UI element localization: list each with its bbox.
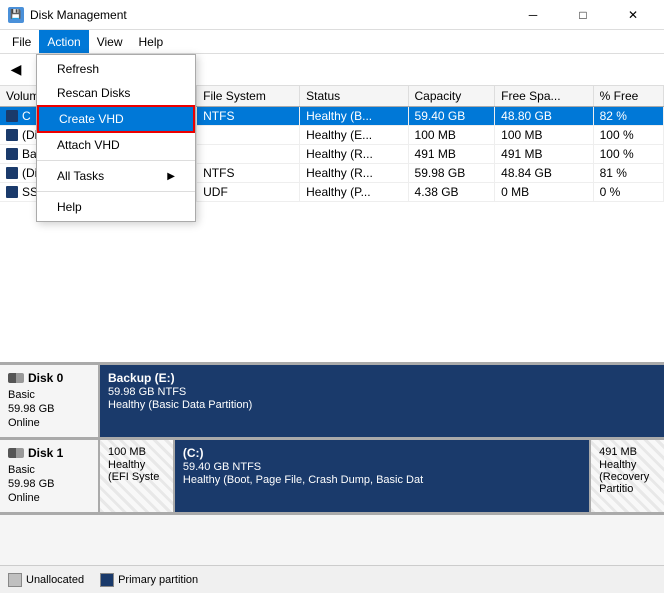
legend-primary-label: Primary partition (118, 574, 198, 586)
dropdown-rescan[interactable]: Rescan Disks (37, 81, 195, 105)
all-tasks-arrow: ▶ (167, 171, 175, 182)
legend-unallocated: Unallocated (8, 573, 84, 587)
disk-type: Basic (8, 389, 90, 401)
part-sub: 59.40 GB NTFS (183, 461, 581, 473)
cell-status: Healthy (B... (300, 107, 408, 126)
menu-file[interactable]: File (4, 30, 39, 53)
cell-fs: NTFS (197, 164, 300, 183)
legend-unalloc-label: Unallocated (26, 574, 84, 586)
dropdown-sep1 (37, 160, 195, 161)
partition-1-2[interactable]: 491 MBHealthy (Recovery Partitio (591, 440, 664, 512)
action-dropdown: Refresh Rescan Disks Create VHD Attach V… (36, 54, 196, 222)
cell-free: 48.80 GB (495, 107, 593, 126)
part-label: 100 MB (108, 446, 165, 458)
cell-fs (197, 145, 300, 164)
menu-help[interactable]: Help (131, 30, 172, 53)
disk-area: Disk 0 Basic 59.98 GB Online Backup (E:)… (0, 365, 664, 565)
window-title: Disk Management (30, 8, 127, 22)
cell-free: 491 MB (495, 145, 593, 164)
part-label: Backup (E:) (108, 371, 656, 385)
app-icon: 💾 (8, 7, 24, 23)
disk-type: Basic (8, 464, 90, 476)
disk-row-0: Disk 0 Basic 59.98 GB Online Backup (E:)… (0, 365, 664, 440)
disk-size: 59.98 GB (8, 478, 90, 490)
menu-bar: File Action View Help (0, 30, 664, 54)
col-pct: % Free (593, 86, 663, 107)
all-tasks-label: All Tasks (57, 169, 104, 183)
menu-action[interactable]: Action (39, 30, 88, 53)
cell-capacity: 491 MB (408, 145, 495, 164)
cell-status: Healthy (R... (300, 145, 408, 164)
menu-view[interactable]: View (89, 30, 131, 53)
part-sub2: Healthy (Basic Data Partition) (108, 399, 656, 411)
cell-status: Healthy (E... (300, 126, 408, 145)
part-sub: Healthy (Recovery Partitio (599, 459, 656, 495)
cell-capacity: 59.40 GB (408, 107, 495, 126)
cell-fs: NTFS (197, 107, 300, 126)
col-capacity: Capacity (408, 86, 495, 107)
window-controls: ─ □ ✕ (510, 0, 656, 30)
part-sub: 59.98 GB NTFS (108, 386, 656, 398)
cell-status: Healthy (R... (300, 164, 408, 183)
disk-partitions-0: Backup (E:)59.98 GB NTFSHealthy (Basic D… (100, 365, 664, 437)
part-sub: Healthy (EFI Syste (108, 459, 165, 483)
part-label: 491 MB (599, 446, 656, 458)
cell-capacity: 59.98 GB (408, 164, 495, 183)
disk-name: Disk 1 (28, 446, 63, 460)
dropdown-createvhd[interactable]: Create VHD (37, 105, 195, 133)
part-label: (C:) (183, 446, 581, 460)
legend-primary: Primary partition (100, 573, 198, 587)
disk-status: Online (8, 417, 90, 429)
dropdown-help[interactable]: Help (37, 195, 195, 219)
close-button[interactable]: ✕ (610, 0, 656, 30)
cell-pct: 100 % (593, 145, 663, 164)
partition-1-0[interactable]: 100 MBHealthy (EFI Syste (100, 440, 175, 512)
dropdown-alltasks[interactable]: All Tasks ▶ (37, 164, 195, 188)
legend-unalloc-box (8, 573, 22, 587)
title-bar: 💾 Disk Management ─ □ ✕ (0, 0, 664, 30)
status-bar: Unallocated Primary partition (0, 565, 664, 593)
cell-free: 48.84 GB (495, 164, 593, 183)
disk-row-1: Disk 1 Basic 59.98 GB Online 100 MBHealt… (0, 440, 664, 515)
cell-pct: 81 % (593, 164, 663, 183)
cell-capacity: 4.38 GB (408, 183, 495, 202)
legend-primary-box (100, 573, 114, 587)
col-free: Free Spa... (495, 86, 593, 107)
col-status: Status (300, 86, 408, 107)
disk-size: 59.98 GB (8, 403, 90, 415)
cell-fs: UDF (197, 183, 300, 202)
cell-fs (197, 126, 300, 145)
back-button[interactable]: ◀ (4, 58, 28, 82)
disk-partitions-1: 100 MBHealthy (EFI Syste(C:)59.40 GB NTF… (100, 440, 664, 512)
maximize-button[interactable]: □ (560, 0, 606, 30)
dropdown-refresh[interactable]: Refresh (37, 57, 195, 81)
cell-pct: 0 % (593, 183, 663, 202)
disk-label-1: Disk 1 Basic 59.98 GB Online (0, 440, 100, 512)
cell-pct: 82 % (593, 107, 663, 126)
cell-free: 100 MB (495, 126, 593, 145)
disk-status: Online (8, 492, 90, 504)
partition-0-0[interactable]: Backup (E:)59.98 GB NTFSHealthy (Basic D… (100, 365, 664, 437)
dropdown-attachvhd[interactable]: Attach VHD (37, 133, 195, 157)
cell-free: 0 MB (495, 183, 593, 202)
disk-label-0: Disk 0 Basic 59.98 GB Online (0, 365, 100, 437)
col-fs: File System (197, 86, 300, 107)
minimize-button[interactable]: ─ (510, 0, 556, 30)
cell-capacity: 100 MB (408, 126, 495, 145)
cell-pct: 100 % (593, 126, 663, 145)
partition-1-1[interactable]: (C:)59.40 GB NTFSHealthy (Boot, Page Fil… (175, 440, 591, 512)
part-sub2: Healthy (Boot, Page File, Crash Dump, Ba… (183, 474, 581, 486)
disk-name: Disk 0 (28, 371, 63, 385)
cell-status: Healthy (P... (300, 183, 408, 202)
dropdown-sep2 (37, 191, 195, 192)
